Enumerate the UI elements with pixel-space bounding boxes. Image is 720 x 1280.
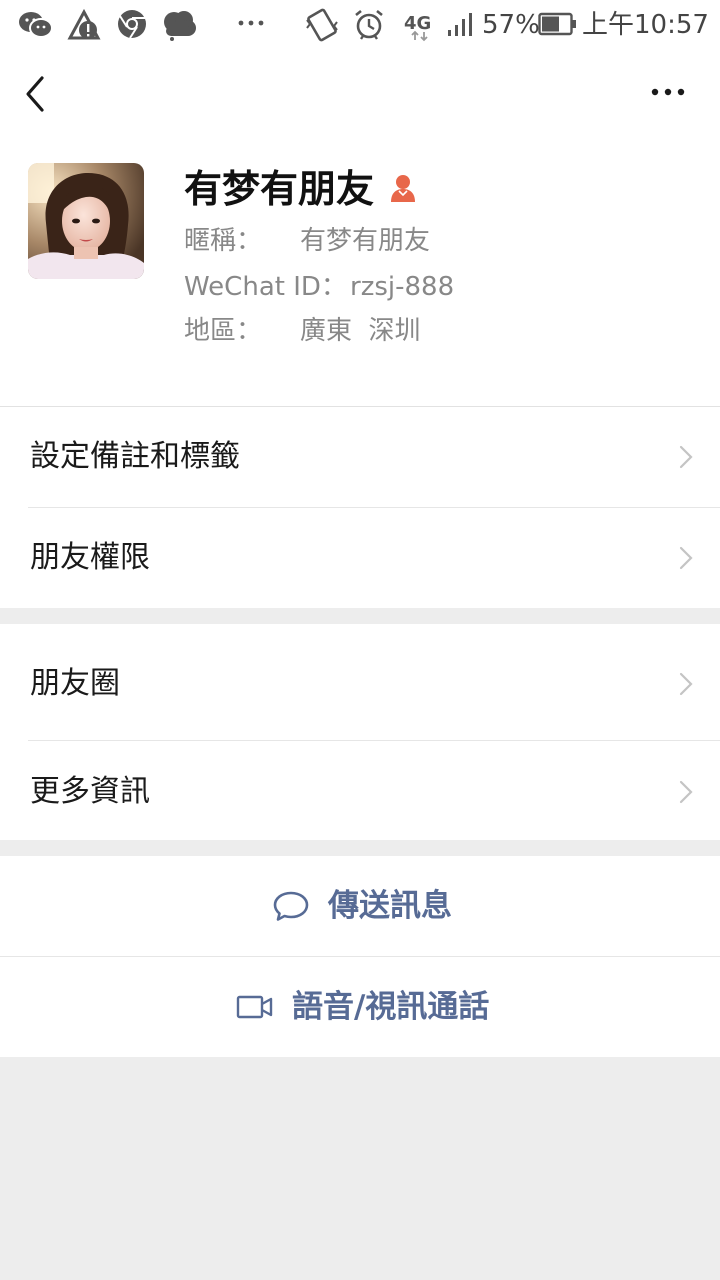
nickname-value: 有梦有朋友 bbox=[300, 226, 431, 256]
more-info-cell[interactable]: 更多資訊 bbox=[0, 742, 720, 842]
moments-cell[interactable]: 朋友圈 bbox=[0, 634, 720, 734]
settings-group: 設定備註和標籤 朋友權限 bbox=[0, 406, 720, 608]
cell-label: 更多資訊 bbox=[30, 774, 150, 809]
chrome-icon bbox=[118, 10, 146, 39]
voice-video-call-label: 語音/視訊通話 bbox=[292, 989, 490, 1025]
battery-icon bbox=[538, 12, 576, 36]
more-dots-icon[interactable] bbox=[648, 80, 688, 104]
voice-video-call-button[interactable]: 語音/視訊通話 bbox=[0, 957, 720, 1057]
notification-icon bbox=[67, 8, 101, 40]
chevron-left-icon[interactable] bbox=[20, 72, 52, 116]
wechat-id-label: WeChat ID： bbox=[184, 272, 347, 302]
chevron-right-icon bbox=[679, 445, 693, 469]
chevron-right-icon bbox=[679, 546, 693, 570]
display-name: 有梦有朋友 bbox=[184, 167, 375, 211]
send-message-button[interactable]: 傳送訊息 bbox=[0, 856, 720, 956]
vibrate-icon bbox=[306, 8, 338, 42]
alarm-icon bbox=[355, 9, 383, 40]
cell-divider bbox=[28, 740, 720, 741]
clock: 上午10:57 bbox=[582, 10, 709, 40]
info-group: 朋友圈 更多資訊 bbox=[0, 624, 720, 840]
cell-label: 設定備註和標籤 bbox=[30, 439, 240, 474]
nav-bar bbox=[0, 52, 720, 134]
region-row: 地區： 廣東 深圳 bbox=[184, 314, 421, 348]
signal-icon bbox=[448, 13, 472, 36]
region-value: 廣東 深圳 bbox=[300, 316, 421, 346]
overflow-dots-icon bbox=[238, 20, 264, 26]
data-arrows-icon bbox=[411, 30, 428, 42]
cell-label: 朋友圈 bbox=[30, 666, 120, 701]
send-message-label: 傳送訊息 bbox=[328, 888, 452, 924]
friend-permissions-cell[interactable]: 朋友權限 bbox=[0, 508, 720, 608]
chevron-right-icon bbox=[679, 780, 693, 804]
region-label: 地區： bbox=[184, 316, 263, 346]
chevron-right-icon bbox=[679, 672, 693, 696]
cloud-icon bbox=[164, 11, 196, 41]
wechat-id-value: rzsj-888 bbox=[350, 272, 455, 302]
nickname-row: 暱稱： 有梦有朋友 bbox=[184, 224, 430, 258]
status-bar: 4G 57% 上午10:57 bbox=[0, 0, 720, 52]
chat-bubble-icon bbox=[273, 891, 309, 921]
wechat-id-row: WeChat ID： rzsj-888 bbox=[184, 270, 454, 304]
profile-card: 有梦有朋友 暱稱： 有梦有朋友 WeChat ID： rzsj-888 地區： … bbox=[0, 134, 720, 406]
cell-label: 朋友權限 bbox=[30, 540, 150, 575]
avatar[interactable] bbox=[28, 163, 144, 279]
video-camera-icon bbox=[236, 995, 273, 1019]
female-user-icon bbox=[391, 175, 415, 202]
nickname-label: 暱稱： bbox=[184, 226, 263, 256]
battery-percent: 57% bbox=[482, 10, 540, 40]
set-remark-and-tags-cell[interactable]: 設定備註和標籤 bbox=[0, 407, 720, 507]
wechat-icon bbox=[19, 12, 53, 38]
